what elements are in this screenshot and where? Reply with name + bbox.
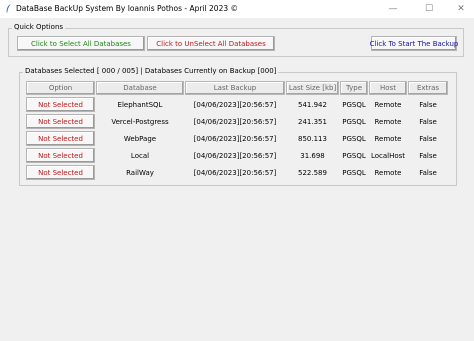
last-backup: [04/06/2023][20:56:57] xyxy=(193,151,277,160)
column-header-extras[interactable]: Extras xyxy=(408,81,448,95)
feather-icon xyxy=(6,4,11,13)
option-toggle-button[interactable]: Not Selected xyxy=(26,165,95,180)
column-header-host[interactable]: Host xyxy=(369,81,407,95)
table-row: Not Selected RailWay [04/06/2023][20:56:… xyxy=(20,164,456,181)
option-toggle-button[interactable]: Not Selected xyxy=(26,148,95,163)
database-name: Vercel-Postgress xyxy=(111,117,169,126)
database-name: RailWay xyxy=(126,168,154,177)
start-backup-button[interactable]: Click To Start The Backup xyxy=(370,36,458,51)
db-type: PGSQL xyxy=(342,151,366,160)
db-host: Remote xyxy=(374,117,402,126)
db-host: Remote xyxy=(374,100,402,109)
quick-options-group: Quick Options Click to Select All Databa… xyxy=(8,23,464,57)
table-row: Not Selected WebPage [04/06/2023][20:56:… xyxy=(20,130,456,147)
database-name: ElephantSQL xyxy=(117,100,163,109)
window-title: DataBase BackUp System By Ioannis Pothos… xyxy=(16,4,239,13)
option-toggle-button[interactable]: Not Selected xyxy=(26,97,95,112)
database-name: Local xyxy=(130,151,150,160)
db-extras: False xyxy=(419,168,437,177)
db-host: Remote xyxy=(374,168,402,177)
last-backup: [04/06/2023][20:56:57] xyxy=(193,100,277,109)
quick-options-label: Quick Options xyxy=(12,23,66,31)
db-type: PGSQL xyxy=(342,117,366,126)
column-header-last-size[interactable]: Last Size [kb] xyxy=(286,81,339,95)
db-type: PGSQL xyxy=(342,134,366,143)
column-header-last-backup[interactable]: Last Backup xyxy=(185,81,285,95)
close-button[interactable]: ✕ xyxy=(445,0,474,18)
db-extras: False xyxy=(419,134,437,143)
table-row: Not Selected ElephantSQL [04/06/2023][20… xyxy=(20,96,456,113)
last-size: 541.942 xyxy=(298,100,327,109)
last-backup: [04/06/2023][20:56:57] xyxy=(193,168,277,177)
databases-group: Databases Selected [ 000 / 005] | Databa… xyxy=(19,67,457,186)
databases-status-label: Databases Selected [ 000 / 005] | Databa… xyxy=(23,67,279,75)
maximize-button[interactable]: ☐ xyxy=(413,0,445,18)
last-backup: [04/06/2023][20:56:57] xyxy=(193,117,277,126)
option-toggle-button[interactable]: Not Selected xyxy=(26,131,95,146)
table-row: Not Selected Vercel-Postgress [04/06/202… xyxy=(20,113,456,130)
option-toggle-button[interactable]: Not Selected xyxy=(26,114,95,129)
db-type: PGSQL xyxy=(342,100,366,109)
database-name: WebPage xyxy=(123,134,157,143)
select-all-button[interactable]: Click to Select All Databases xyxy=(17,36,145,51)
minimize-button[interactable]: — xyxy=(377,0,409,18)
table-row: Not Selected Local [04/06/2023][20:56:57… xyxy=(20,147,456,164)
last-size: 31.698 xyxy=(300,151,325,160)
last-size: 850.113 xyxy=(298,134,327,143)
column-header-database[interactable]: Database xyxy=(96,81,184,95)
unselect-all-button[interactable]: Click to UnSelect All Databases xyxy=(147,36,275,51)
title-bar: DataBase BackUp System By Ioannis Pothos… xyxy=(0,0,474,18)
db-type: PGSQL xyxy=(342,168,366,177)
db-extras: False xyxy=(419,151,437,160)
column-header-option[interactable]: Option xyxy=(26,81,95,95)
db-extras: False xyxy=(419,117,437,126)
last-size: 241.351 xyxy=(298,117,327,126)
db-host: LocalHost xyxy=(370,151,406,160)
db-extras: False xyxy=(419,100,437,109)
last-size: 522.589 xyxy=(298,168,327,177)
last-backup: [04/06/2023][20:56:57] xyxy=(193,134,277,143)
column-header-type[interactable]: Type xyxy=(340,81,368,95)
db-host: Remote xyxy=(374,134,402,143)
